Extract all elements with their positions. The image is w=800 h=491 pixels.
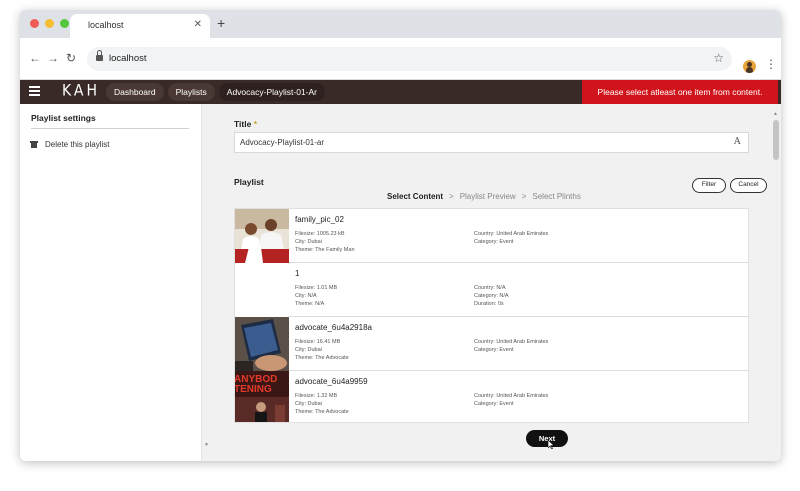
list-item[interactable]: 1 Filesize: 1.01 MB City: N/A Theme: N/A C… bbox=[235, 263, 748, 317]
breadcrumb-current-playlist: Advocacy-Playlist-01-Ar bbox=[218, 83, 326, 101]
next-button[interactable]: Next bbox=[526, 430, 568, 447]
close-window-button[interactable] bbox=[30, 19, 39, 28]
breadcrumb-dashboard[interactable]: Dashboard bbox=[106, 83, 164, 101]
delete-playlist-link[interactable]: Delete this playlist bbox=[30, 140, 110, 149]
address-bar[interactable]: localhost ☆ bbox=[87, 47, 732, 71]
new-tab-icon[interactable]: + bbox=[217, 15, 225, 31]
item-meta-left: Filesize: 1.01 MB City: N/A Theme: N/A bbox=[295, 285, 338, 307]
sidebar: Playlist settings Delete this playlist bbox=[20, 104, 202, 461]
browser-toolbar: ← → ↻ localhost ☆ ⋮ bbox=[20, 38, 781, 80]
item-title: advocate_6u4a2918a bbox=[295, 323, 372, 332]
item-meta-left: Filesize: 1.32 MB City: Dubai Theme: The A… bbox=[295, 393, 349, 415]
main-content: Title * Advocacy-Playlist-01-ar A Playli… bbox=[203, 104, 781, 461]
minimize-window-button[interactable] bbox=[45, 19, 54, 28]
item-meta-right: Country: United Arab Emirates Category: E… bbox=[474, 393, 549, 407]
item-title: 1 bbox=[295, 269, 300, 278]
breadcrumb: Dashboard Playlists Advocacy-Playlist-01… bbox=[106, 83, 326, 101]
bookmark-star-icon[interactable]: ☆ bbox=[713, 51, 724, 65]
required-mark: * bbox=[253, 119, 258, 129]
trash-icon bbox=[30, 141, 38, 148]
thumbnail-family bbox=[235, 209, 289, 263]
scrollbar[interactable] bbox=[773, 120, 779, 457]
profile-avatar[interactable] bbox=[743, 60, 756, 73]
thumbnail-blank bbox=[235, 263, 289, 317]
error-alert: Please select atleast one item from cont… bbox=[582, 80, 778, 104]
step-separator: > bbox=[521, 192, 527, 201]
list-item[interactable]: ANYBOD TENING advocate_6u4a9959 Filesize… bbox=[235, 371, 748, 422]
item-meta-right: Country: United Arab Emirates Category: E… bbox=[474, 339, 549, 353]
step-playlist-preview: Playlist Preview bbox=[459, 192, 516, 201]
forward-arrow-icon[interactable]: → bbox=[47, 51, 59, 65]
window-controls bbox=[30, 19, 69, 28]
step-select-plinths: Select Plinths bbox=[532, 192, 581, 201]
back-arrow-icon[interactable]: ← bbox=[29, 51, 41, 65]
step-indicator: Select Content > Playlist Preview > Sele… bbox=[387, 192, 581, 201]
text-format-icon[interactable]: A bbox=[734, 137, 741, 147]
url-text[interactable]: localhost bbox=[109, 53, 147, 64]
svg-text:TENING: TENING bbox=[235, 384, 272, 395]
tab-strip: localhost ✕ + bbox=[20, 10, 781, 38]
browser-tab[interactable]: localhost ✕ bbox=[70, 14, 210, 38]
cancel-button[interactable]: Cancel bbox=[730, 178, 767, 193]
item-title: advocate_6u4a9959 bbox=[295, 377, 368, 386]
list-item[interactable]: family_pic_02 Filesize: 1005.23 kB City: … bbox=[235, 209, 748, 263]
app-logo: KAH bbox=[62, 81, 101, 101]
thumbnail-poster: ANYBOD TENING bbox=[235, 371, 289, 422]
browser-menu-icon[interactable]: ⋮ bbox=[765, 57, 777, 71]
scroll-down-arrow-icon[interactable]: ▼ bbox=[204, 442, 209, 448]
step-select-content: Select Content bbox=[387, 192, 444, 201]
item-title: family_pic_02 bbox=[295, 215, 344, 224]
item-meta-right: Country: United Arab Emirates Category: E… bbox=[474, 231, 549, 245]
browser-window: localhost ✕ + ← → ↻ localhost ☆ ⋮ KAH Da… bbox=[20, 10, 781, 461]
delete-playlist-label: Delete this playlist bbox=[45, 140, 110, 149]
scrollbar-thumb[interactable] bbox=[773, 120, 779, 160]
playlist-label: Playlist bbox=[234, 177, 264, 187]
item-meta-left: Filesize: 1005.23 kB City: Dubai Theme: Th… bbox=[295, 231, 355, 253]
thumbnail-tablet bbox=[235, 317, 289, 371]
maximize-window-button[interactable] bbox=[60, 19, 69, 28]
content-list: family_pic_02 Filesize: 1005.23 kB City: … bbox=[234, 208, 749, 423]
close-tab-icon[interactable]: ✕ bbox=[194, 19, 202, 30]
sidebar-title: Playlist settings bbox=[31, 113, 96, 123]
hamburger-menu-icon[interactable] bbox=[29, 86, 40, 96]
filter-button[interactable]: Filter bbox=[692, 178, 726, 193]
step-separator: > bbox=[449, 192, 454, 201]
sidebar-divider bbox=[31, 128, 189, 129]
mouse-pointer-icon bbox=[548, 440, 555, 449]
title-label: Title * bbox=[234, 119, 258, 129]
list-item[interactable]: advocate_6u4a2918a Filesize: 16.41 MB Cit… bbox=[235, 317, 748, 371]
lock-icon bbox=[96, 50, 103, 61]
tab-title: localhost bbox=[88, 20, 124, 30]
scroll-up-arrow-icon[interactable]: ▲ bbox=[773, 111, 778, 117]
item-meta-left: Filesize: 16.41 MB City: Dubai Theme: The … bbox=[295, 339, 349, 361]
item-meta-right: Country: N/A Category: N/A Duration: 0s bbox=[474, 285, 509, 307]
breadcrumb-playlists[interactable]: Playlists bbox=[167, 83, 215, 101]
reload-icon[interactable]: ↻ bbox=[66, 51, 76, 65]
title-input[interactable]: Advocacy-Playlist-01-ar bbox=[234, 132, 749, 153]
